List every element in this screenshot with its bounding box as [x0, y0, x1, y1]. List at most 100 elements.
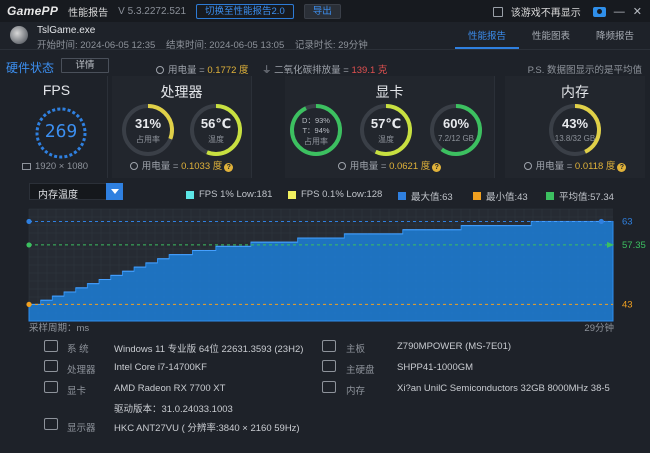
screenshot-icon[interactable] [592, 6, 606, 17]
legend-swatch [186, 190, 194, 199]
close-icon[interactable]: ✕ [633, 6, 642, 17]
legend-label: 最大值:63 [411, 192, 453, 203]
os-value: Windows 11 专业版 64位 22631.3593 (23H2) [114, 344, 304, 355]
gpu-power: 用电量 = 0.0621 度? [285, 158, 494, 172]
version-label: V 5.3.2272.521 [118, 5, 187, 17]
co2-value: 139.1 克 [351, 65, 388, 76]
cpu-title: 处理器 [160, 84, 203, 100]
details-button[interactable]: 详情 [61, 58, 109, 73]
chevron-down-icon[interactable] [106, 183, 123, 200]
gpu-temp-label: 温度 [378, 135, 394, 144]
metric-select-value: 内存温度 [38, 190, 78, 201]
legend-label: 最小值:43 [486, 192, 528, 203]
help-icon[interactable]: ? [432, 163, 442, 172]
power-label: 用电量 = [168, 65, 208, 76]
memory-usage-gauge: 43% 13.8/32 GB [547, 102, 603, 158]
legend-fps-1-low: FPS 1% Low:181 [186, 189, 272, 200]
gpu-vram-value: 60% [442, 116, 470, 131]
monitor-icon [44, 418, 58, 430]
legend-swatch [473, 192, 481, 200]
sample-period-label: 采样周期：ms [29, 323, 90, 334]
co2-label: 二氧化碳排放量 = [274, 65, 352, 76]
tab-performance-chart[interactable]: 性能图表 [519, 28, 583, 49]
cpu-usage-value: 31% [134, 116, 162, 131]
logo-text: GamePP [7, 4, 59, 18]
gpu-value: AMD Radeon RX 7700 XT [114, 383, 226, 394]
average-hint: P.S. 数据图显示的是平均值 [527, 65, 642, 76]
cpu-power: 用电量 = 0.1033 度? [112, 158, 251, 172]
title-bar: GamePP 性能报告 V 5.3.2272.521 切换至性能报告2.0 导出… [0, 0, 650, 22]
board-label: 主板 [346, 344, 366, 355]
legend-swatch [288, 190, 296, 199]
cpu-value: Intel Core i7-14700KF [114, 362, 207, 373]
gpu-temp-value: 57℃ [370, 116, 402, 131]
power-icon [523, 162, 532, 170]
fps-resolution: 1920 × 1080 [22, 161, 88, 172]
driver-version: 驱动版本：31.0.24033.1003 [114, 404, 233, 415]
switch-report-button[interactable]: 切换至性能报告2.0 [196, 3, 294, 19]
legend-swatch [398, 192, 406, 200]
app-logo: GamePP [7, 4, 58, 18]
os-icon [44, 340, 58, 352]
memory-card: 内存 43% 13.8/32 GB 用电量 = 0.0118 度? [505, 76, 645, 178]
max-point-marker [598, 218, 604, 225]
gpu-temp-gauge: 57℃ 温度 [358, 102, 414, 158]
cpu-card: 处理器 31% 占用率 56℃ 温度 用电量 = 0.1033 度? [112, 76, 252, 178]
cpu-temp-value: 56℃ [200, 116, 232, 131]
gpu-card: 显卡 D：93% T：94% 占用率 57℃ 温度 60% 7.2/12 GB … [285, 76, 495, 178]
window-title: 性能报告 [68, 7, 109, 19]
legend-label: 平均值:57.34 [559, 192, 614, 203]
export-button[interactable]: 导出 [303, 3, 341, 19]
fps-value: 269 [44, 121, 78, 142]
gpu-power-value: 0.0621 度 [389, 161, 431, 172]
tab-throttle-report[interactable]: 降频报告 [583, 28, 647, 49]
motherboard-icon [322, 340, 336, 352]
cpu-icon [44, 360, 58, 372]
minimize-icon[interactable]: — [614, 6, 625, 17]
max-line-label: 63 [622, 216, 633, 227]
memory-power: 用电量 = 0.0118 度? [505, 158, 645, 172]
metric-select[interactable]: 内存温度 [29, 183, 123, 201]
cpu-usage-label: 占用率 [136, 135, 160, 144]
tab-performance-report[interactable]: 性能报告 [455, 28, 519, 49]
memory-power-label: 用电量 = [535, 161, 575, 172]
gpu-title: 显卡 [375, 84, 404, 100]
mem-value: Xi?an UnilC Semiconductors 32GB 8000MHz … [397, 383, 610, 394]
report-tabs: 性能报告 性能图表 降频报告 [455, 28, 647, 49]
game-icon [10, 26, 28, 44]
memory-usage-detail: 13.8/32 GB [554, 134, 596, 143]
cpu-usage-gauge: 31% 占用率 [120, 102, 176, 158]
board-value: Z790MPOWER (MS-7E01) [397, 341, 512, 352]
legend-avg: 平均值:57.34 [546, 189, 614, 203]
power-icon [129, 162, 138, 170]
legend-swatch [546, 192, 554, 200]
hardware-status-title: 硬件状态 [6, 61, 55, 75]
power-icon [337, 162, 346, 170]
avg-line-start-marker [26, 242, 32, 248]
memory-icon [322, 381, 336, 393]
avg-line-label: 57.35 [622, 240, 646, 251]
power-value: 0.1772 度 [207, 65, 249, 76]
gpu-power-label: 用电量 = [349, 161, 390, 172]
cpu-label: 处理器 [67, 365, 96, 376]
max-line-start-marker [26, 218, 32, 225]
monitor-label: 显示器 [67, 423, 96, 434]
cpu-power-value: 0.1033 度 [181, 161, 223, 172]
mem-label: 内存 [346, 386, 366, 397]
disk-icon [322, 360, 336, 372]
memory-title: 内存 [561, 84, 589, 100]
legend-max: 最大值:63 [398, 189, 453, 203]
help-icon[interactable]: ? [224, 163, 234, 172]
gpu-vram-detail: 7.2/12 GB [437, 134, 475, 143]
legend-label: FPS 1% Low:181 [199, 189, 273, 200]
co2-icon: ⏚ [262, 65, 275, 76]
cpu-power-label: 用电量 = [141, 161, 182, 172]
hide-game-checkbox[interactable] [492, 6, 503, 17]
fps-gauge: 269 [33, 105, 89, 161]
monitor-value: HKC ANT27VU ( 分辨率:3840 × 2160 59Hz) [114, 423, 300, 434]
disk-value: SHPP41-1000GM [397, 362, 474, 373]
os-label: 系 统 [67, 344, 89, 355]
co2-emission: ⏚ 二氧化碳排放量 = 139.1 克 [262, 62, 387, 76]
hide-game-label: 该游戏不再显示 [510, 8, 581, 19]
help-icon[interactable]: ? [617, 163, 627, 172]
